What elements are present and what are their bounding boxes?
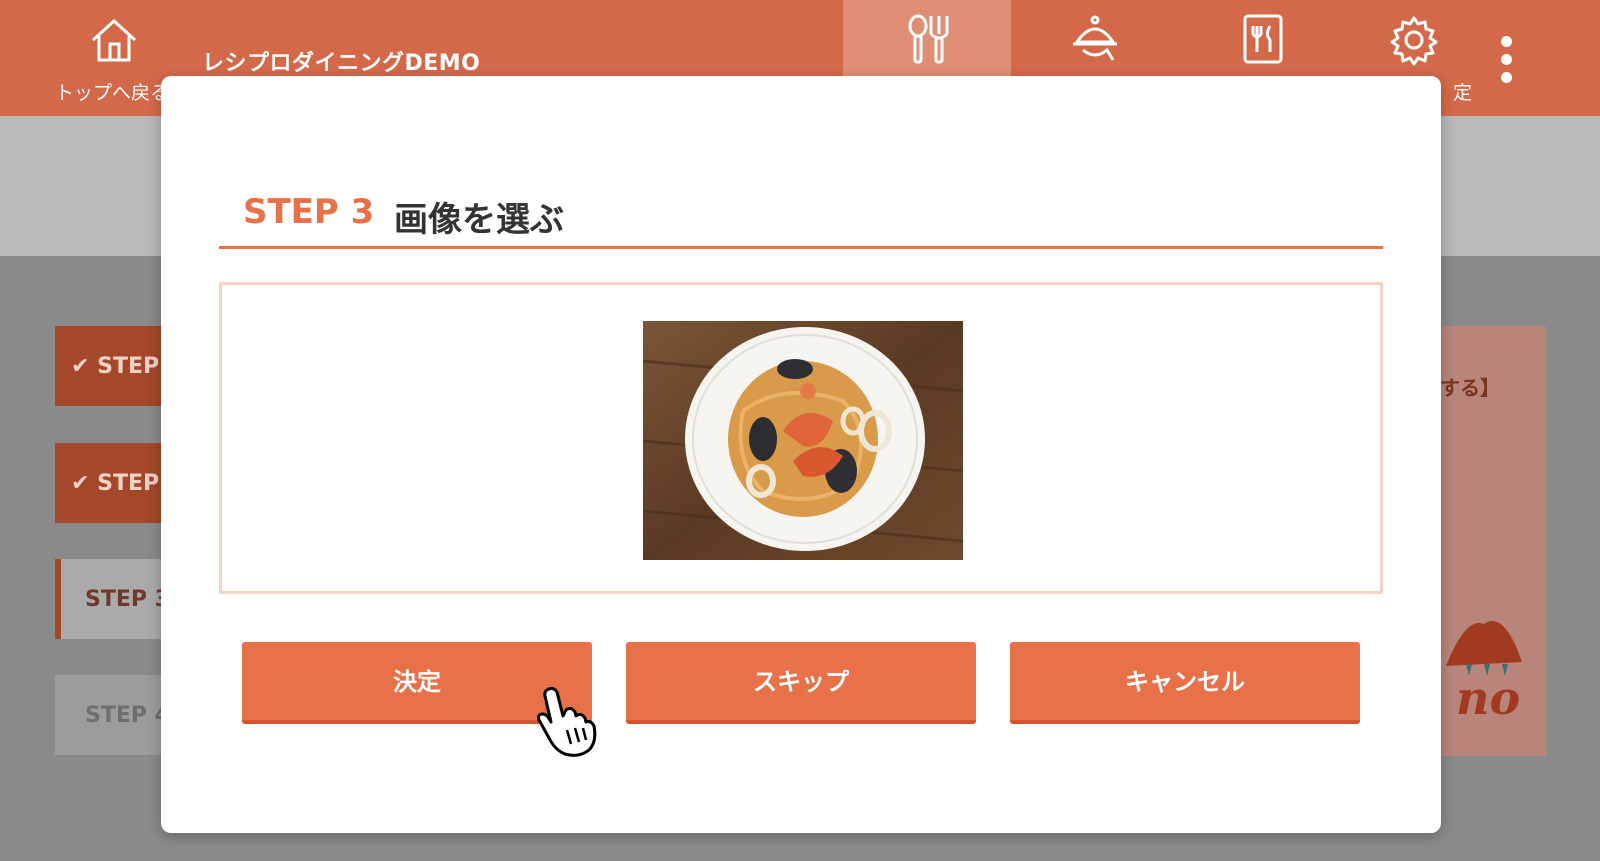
cloche-icon (1073, 15, 1117, 61)
house-icon (91, 18, 137, 62)
image-preview-box (219, 282, 1383, 594)
gear-icon (1390, 16, 1438, 66)
info-hint: する】 (1440, 376, 1500, 400)
app-title: レシプロダイニングDEMO (202, 51, 481, 76)
brand-logo: no (1446, 620, 1522, 725)
modal-header: STEP 3 画像を選ぶ (219, 186, 1383, 249)
logo-text: no (1456, 671, 1520, 725)
utensils-icon (908, 14, 949, 64)
menu-book-icon (1243, 14, 1283, 64)
modal-title: 画像を選ぶ (394, 200, 564, 240)
skip-button[interactable]: スキップ (626, 642, 976, 724)
home-label: トップへ戻る (55, 82, 170, 104)
image-select-modal: STEP 3 画像を選ぶ 決定 スキップ キャンセル (161, 76, 1441, 833)
cancel-button[interactable]: キャンセル (1010, 642, 1360, 724)
more-menu-icon[interactable] (1500, 36, 1514, 84)
food-image[interactable] (643, 321, 963, 560)
home-nav-button[interactable]: トップへ戻る (55, 16, 175, 106)
step-label: STEP 3 (243, 192, 375, 232)
hand-pointer-cursor-icon (537, 686, 597, 757)
